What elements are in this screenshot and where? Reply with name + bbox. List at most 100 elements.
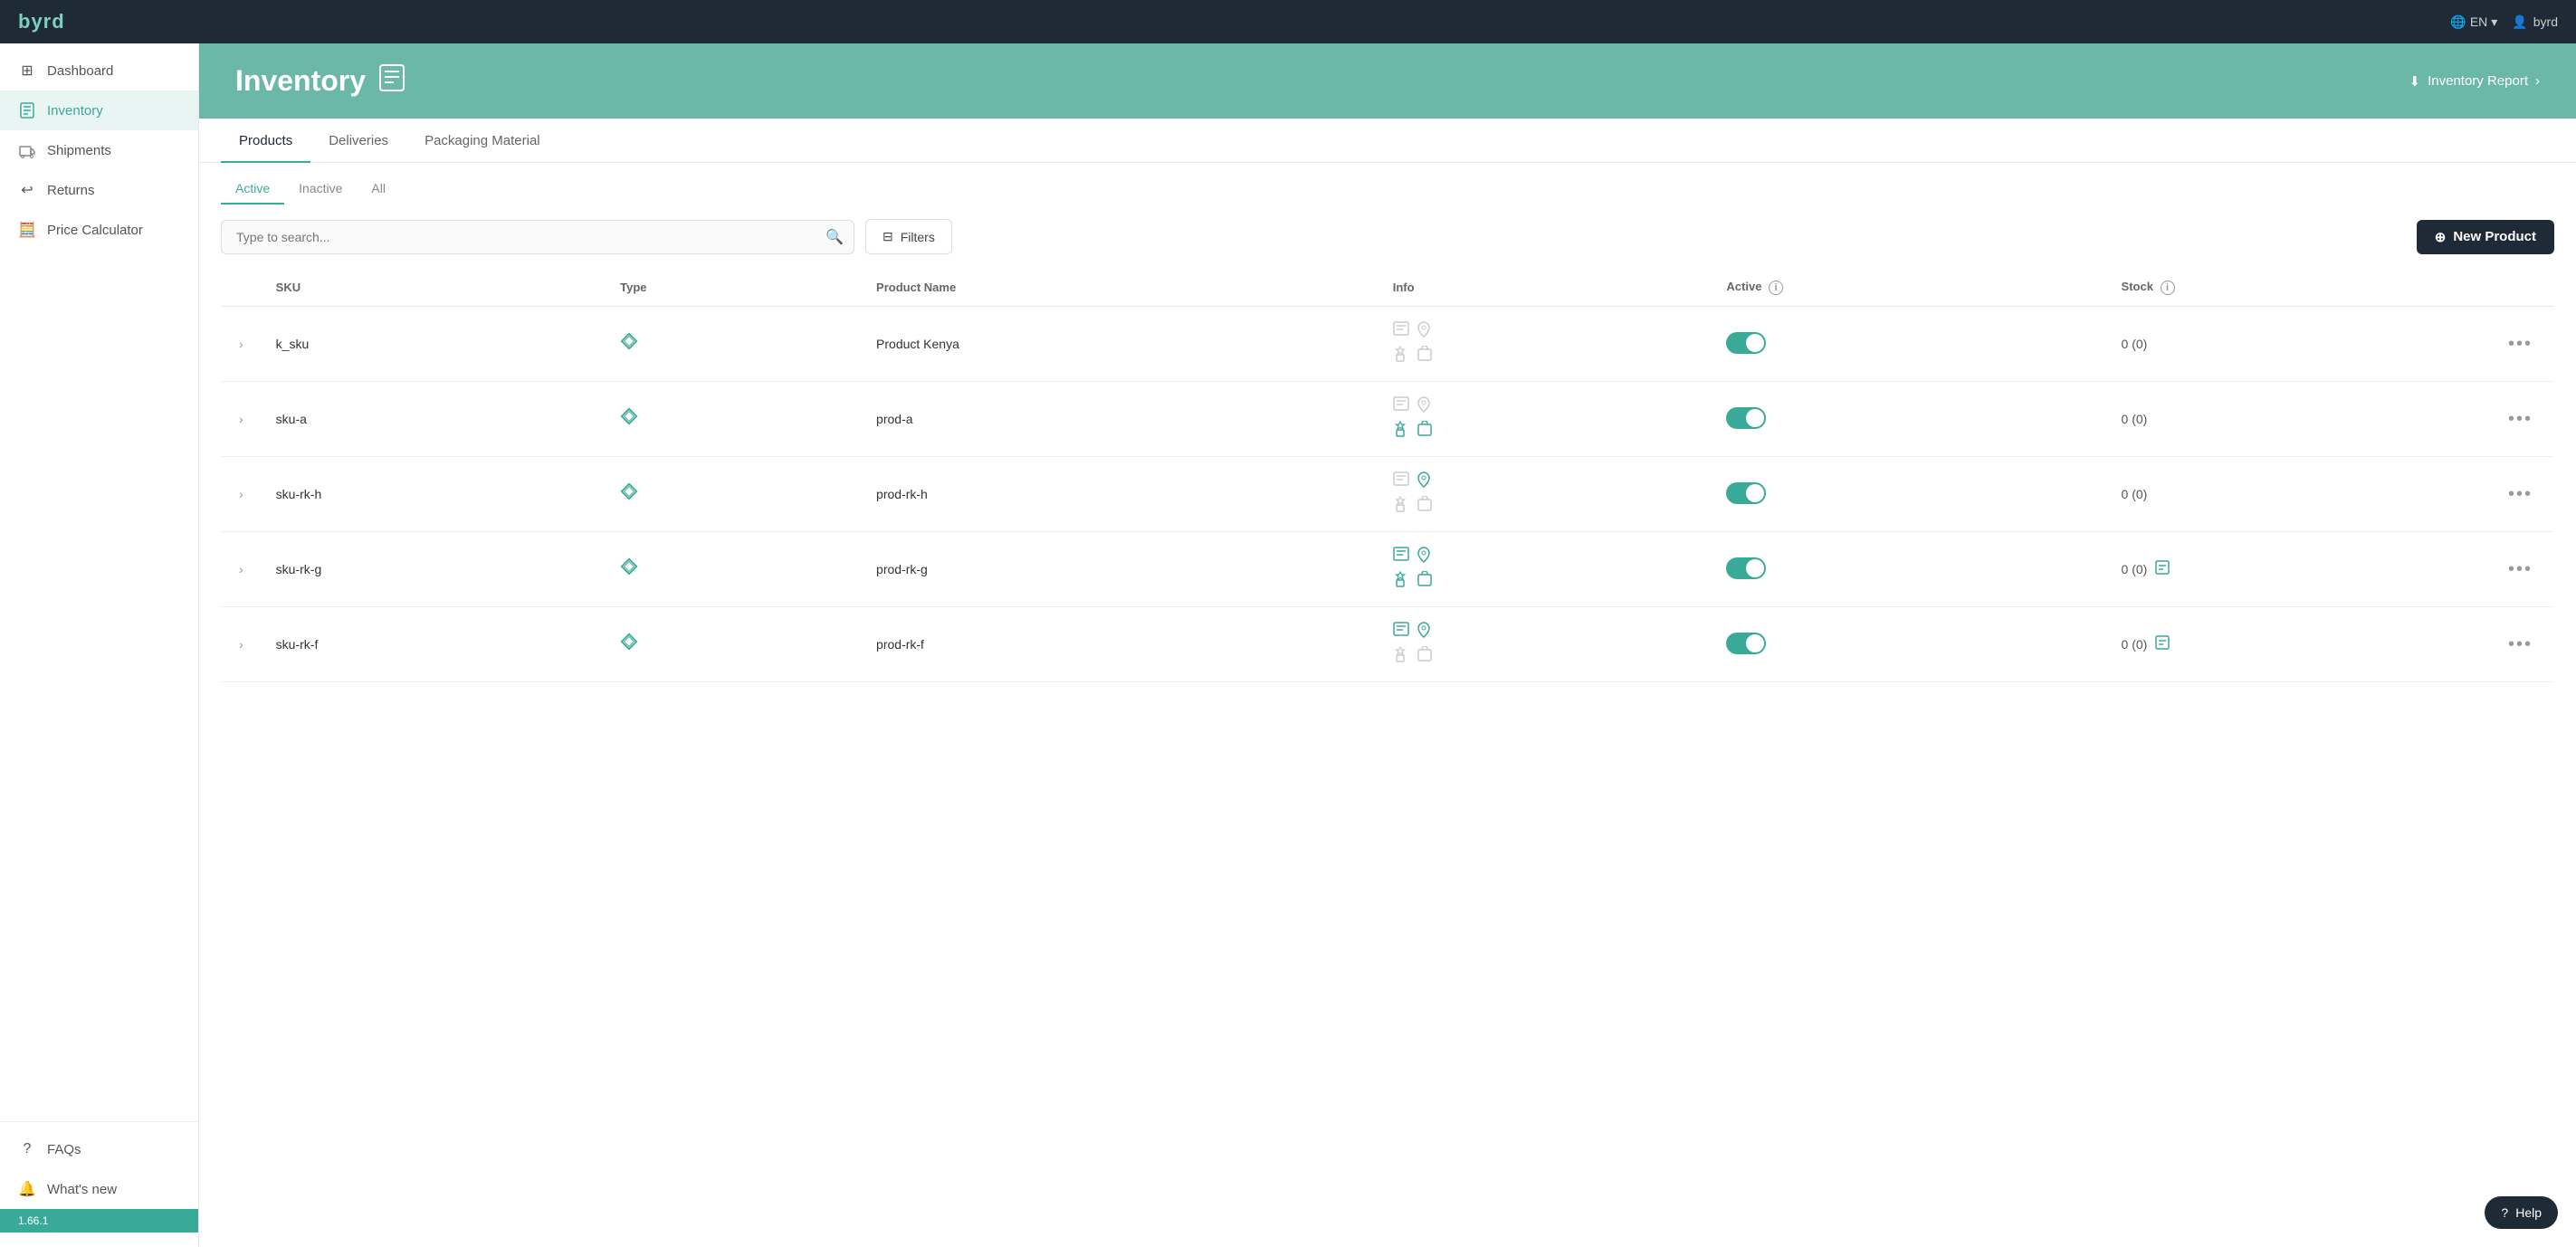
wine-icon bbox=[1393, 646, 1413, 667]
stock-info-icon[interactable]: i bbox=[2161, 281, 2175, 295]
barcode-icon bbox=[1393, 622, 1413, 643]
expand-button[interactable]: › bbox=[235, 333, 247, 355]
new-product-button[interactable]: ⊕ New Product bbox=[2417, 220, 2554, 254]
chevron-down-icon: ▾ bbox=[2491, 14, 2497, 30]
active-toggle[interactable] bbox=[1726, 633, 1766, 654]
more-actions-button[interactable]: ••• bbox=[2501, 481, 2540, 509]
tab-packaging-material[interactable]: Packaging Material bbox=[406, 119, 558, 163]
stock-value: 0 (0) bbox=[2122, 559, 2472, 580]
user-menu[interactable]: 👤 byrd bbox=[2512, 14, 2558, 30]
table-row: › sku-rk-h prod-rk-h bbox=[221, 457, 2554, 532]
sidebar-item-shipments[interactable]: Shipments bbox=[0, 130, 198, 170]
table-header-row: SKU Type Product Name Info Active i Stoc… bbox=[221, 269, 2554, 307]
sidebar-item-dashboard[interactable]: ⊞ Dashboard bbox=[0, 51, 198, 90]
new-product-label: New Product bbox=[2453, 229, 2536, 244]
row-sku-cell: sku-rk-f bbox=[262, 607, 606, 682]
table-row: › sku-a prod-a bbox=[221, 382, 2554, 457]
stock-value: 0 (0) bbox=[2122, 412, 2472, 426]
stock-detail-icon[interactable] bbox=[2154, 634, 2171, 655]
sidebar-item-faqs[interactable]: ? FAQs bbox=[0, 1129, 198, 1169]
leaf-icon bbox=[1417, 321, 1436, 342]
more-actions-button[interactable]: ••• bbox=[2501, 556, 2540, 584]
more-actions-button[interactable]: ••• bbox=[2501, 631, 2540, 659]
expand-button[interactable]: › bbox=[235, 483, 247, 505]
tab-deliveries[interactable]: Deliveries bbox=[310, 119, 406, 163]
col-info: Info bbox=[1379, 269, 1713, 307]
inventory-report-button[interactable]: ⬇ Inventory Report › bbox=[2409, 73, 2540, 90]
sidebar-item-inventory[interactable]: Inventory bbox=[0, 90, 198, 130]
username-label: byrd bbox=[2533, 14, 2558, 29]
row-type-cell bbox=[606, 532, 862, 607]
stock-value: 0 (0) bbox=[2122, 487, 2472, 501]
tab-active[interactable]: Active bbox=[221, 174, 284, 205]
row-info-cell bbox=[1379, 457, 1713, 532]
barcode-icon bbox=[1393, 396, 1413, 417]
top-navigation: byrd 🌐 EN ▾ 👤 byrd bbox=[0, 0, 2576, 43]
col-sku: SKU bbox=[262, 269, 606, 307]
row-stock-cell: 0 (0) bbox=[2107, 307, 2486, 382]
expand-button[interactable]: › bbox=[235, 408, 247, 430]
active-toggle[interactable] bbox=[1726, 557, 1766, 579]
filters-button[interactable]: ⊟ Filters bbox=[865, 219, 952, 254]
row-type-cell bbox=[606, 457, 862, 532]
product-name-value: Product Kenya bbox=[876, 337, 959, 351]
shipments-icon bbox=[18, 141, 36, 159]
product-type-icon bbox=[620, 410, 638, 430]
globe-icon: 🌐 bbox=[2450, 14, 2466, 30]
search-input[interactable] bbox=[221, 220, 854, 254]
row-actions-cell: ••• bbox=[2486, 457, 2554, 532]
sidebar-item-returns[interactable]: ↩ Returns bbox=[0, 170, 198, 210]
row-info-cell bbox=[1379, 607, 1713, 682]
active-toggle[interactable] bbox=[1726, 407, 1766, 429]
stock-text: 0 (0) bbox=[2122, 562, 2148, 576]
sidebar-item-price-calculator[interactable]: 🧮 Price Calculator bbox=[0, 210, 198, 250]
col-stock: Stock i bbox=[2107, 269, 2486, 307]
table-row: › sku-rk-g prod-rk-g bbox=[221, 532, 2554, 607]
sidebar-item-label: Shipments bbox=[47, 143, 111, 158]
active-toggle[interactable] bbox=[1726, 482, 1766, 504]
sku-value: sku-a bbox=[276, 412, 307, 426]
expand-button[interactable]: › bbox=[235, 558, 247, 580]
table-row: › k_sku Product Kenya bbox=[221, 307, 2554, 382]
help-icon: ? bbox=[2501, 1205, 2508, 1220]
col-product-name: Product Name bbox=[862, 269, 1379, 307]
more-actions-button[interactable]: ••• bbox=[2501, 405, 2540, 433]
sidebar-item-whats-new[interactable]: 🔔 What's new bbox=[0, 1169, 198, 1209]
table-row: › sku-rk-f prod-rk-f bbox=[221, 607, 2554, 682]
download-icon: ⬇ bbox=[2409, 73, 2421, 90]
active-toggle[interactable] bbox=[1726, 332, 1766, 354]
search-icon[interactable]: 🔍 bbox=[825, 228, 844, 246]
tab-all[interactable]: All bbox=[357, 174, 400, 205]
sidebar-item-label: Inventory bbox=[47, 103, 103, 119]
version-label: 1.66.1 bbox=[0, 1209, 198, 1233]
tab-products[interactable]: Products bbox=[221, 119, 310, 163]
help-button[interactable]: ? Help bbox=[2485, 1196, 2558, 1229]
leaf-icon bbox=[1417, 471, 1436, 492]
row-product-name-cell: prod-rk-h bbox=[862, 457, 1379, 532]
main-layout: ⊞ Dashboard Inventory bbox=[0, 43, 2576, 1247]
plus-circle-icon: ⊕ bbox=[2435, 229, 2447, 245]
language-selector[interactable]: 🌐 EN ▾ bbox=[2450, 14, 2497, 30]
sidebar-nav: ⊞ Dashboard Inventory bbox=[0, 43, 198, 1121]
col-actions bbox=[2486, 269, 2554, 307]
topnav-right: 🌐 EN ▾ 👤 byrd bbox=[2450, 14, 2558, 30]
stock-detail-icon[interactable] bbox=[2154, 559, 2171, 580]
row-actions-cell: ••• bbox=[2486, 382, 2554, 457]
language-label: EN bbox=[2470, 14, 2487, 29]
stock-text: 0 (0) bbox=[2122, 487, 2148, 501]
row-info-cell bbox=[1379, 382, 1713, 457]
page-title: Inventory bbox=[235, 64, 366, 98]
barcode-icon bbox=[1393, 471, 1413, 492]
stock-text: 0 (0) bbox=[2122, 337, 2148, 351]
primary-tabs: Products Deliveries Packaging Material bbox=[199, 119, 2576, 163]
sidebar-item-label: Dashboard bbox=[47, 63, 113, 79]
tab-inactive[interactable]: Inactive bbox=[284, 174, 357, 205]
active-info-icon[interactable]: i bbox=[1769, 281, 1783, 295]
expand-button[interactable]: › bbox=[235, 633, 247, 655]
row-product-name-cell: prod-rk-f bbox=[862, 607, 1379, 682]
gift-icon bbox=[1417, 421, 1436, 442]
row-sku-cell: sku-rk-h bbox=[262, 457, 606, 532]
table-container: SKU Type Product Name Info Active i Stoc… bbox=[199, 269, 2576, 1247]
filters-label: Filters bbox=[901, 230, 935, 244]
more-actions-button[interactable]: ••• bbox=[2501, 330, 2540, 358]
